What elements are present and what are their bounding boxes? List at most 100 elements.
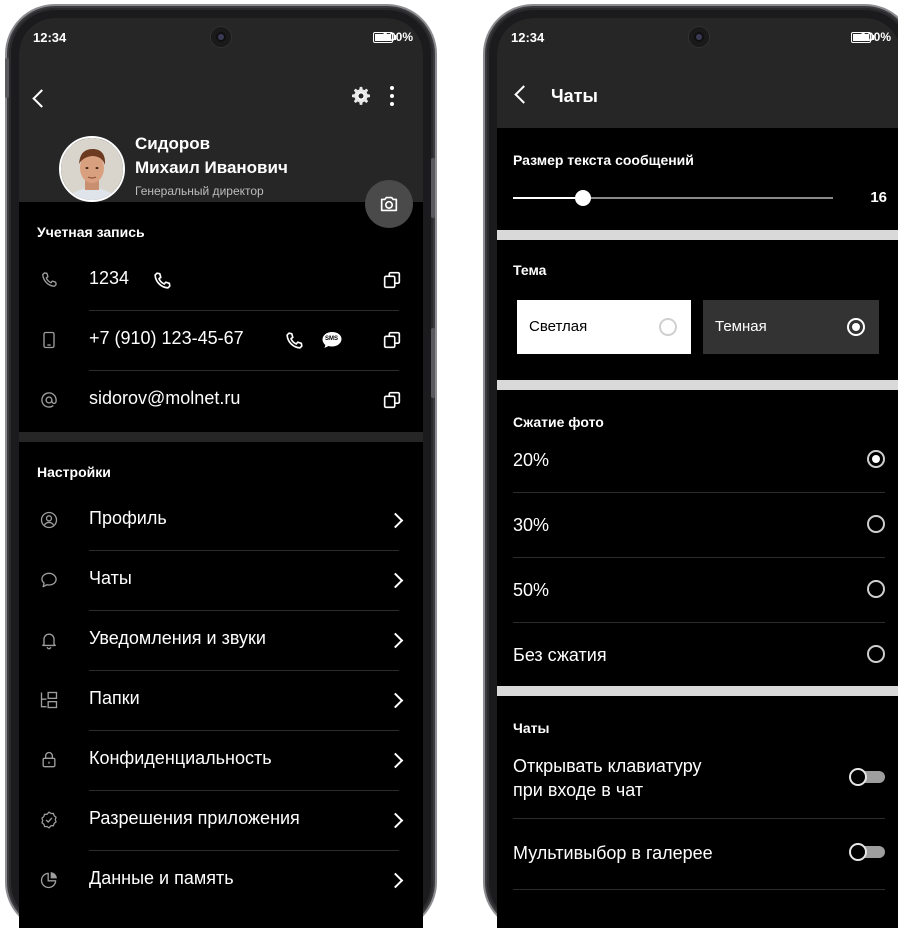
settings-item-label: Разрешения приложения xyxy=(89,808,300,828)
settings-item-folders[interactable]: Папки xyxy=(19,670,423,730)
internal-number: 1234 xyxy=(89,268,130,288)
multiselect-label: Мультивыбор в галерее xyxy=(513,843,713,863)
settings-item-profile[interactable]: Профиль xyxy=(19,490,423,550)
chats-section-title: Чаты xyxy=(513,720,550,736)
compression-option-label: 30% xyxy=(513,515,550,535)
sms-icon-label: SMS xyxy=(325,336,339,342)
smartphone-icon xyxy=(43,331,55,349)
folders-icon xyxy=(40,691,58,709)
chat-bubble-icon xyxy=(41,572,57,588)
chevron-right-icon xyxy=(387,632,404,649)
profile-screen: 12:34 100% Сидоров Михаил Иванович Генер… xyxy=(19,18,423,928)
settings-item-label: Профиль xyxy=(89,508,167,528)
section-divider xyxy=(497,230,898,240)
more-menu-icon[interactable] xyxy=(389,86,395,108)
page-title: Чаты xyxy=(551,86,598,106)
back-arrow-icon[interactable] xyxy=(32,89,51,108)
email-row[interactable]: sidorov@molnet.ru xyxy=(19,370,423,430)
side-button xyxy=(5,58,9,98)
chat-settings-screen: 12:34 100% Чаты Размер текста сообщений … xyxy=(497,18,898,928)
compression-option-none[interactable]: Без сжатия xyxy=(497,623,898,687)
compression-option-30[interactable]: 30% xyxy=(497,493,898,557)
sms-icon[interactable]: SMS xyxy=(321,331,343,349)
compression-option-label: 50% xyxy=(513,580,550,600)
settings-item-permissions[interactable]: Разрешения приложения xyxy=(19,790,423,850)
radio-20[interactable] xyxy=(867,450,885,468)
settings-item-label: Конфиденциальность xyxy=(89,748,272,768)
chevron-right-icon xyxy=(387,752,404,769)
slider-thumb[interactable] xyxy=(575,190,592,206)
bell-icon xyxy=(42,633,56,650)
camera-icon xyxy=(380,196,398,212)
chevron-right-icon xyxy=(387,872,404,889)
compression-option-50[interactable]: 50% xyxy=(497,558,898,622)
settings-item-label: Данные и память xyxy=(89,868,234,888)
mobile-number-row[interactable]: +7 (910) 123-45-67 SMS xyxy=(19,310,423,370)
email-address: sidorov@molnet.ru xyxy=(89,388,241,408)
avatar[interactable] xyxy=(59,136,125,202)
gear-icon[interactable] xyxy=(351,86,371,106)
settings-item-label: Чаты xyxy=(89,568,132,588)
section-divider xyxy=(497,380,898,390)
open-keyboard-label-line2: при входе в чат xyxy=(513,780,644,800)
settings-section-title: Настройки xyxy=(37,464,111,480)
open-keyboard-toggle[interactable] xyxy=(849,768,885,786)
settings-item-label: Уведомления и звуки xyxy=(89,628,266,648)
status-bar: 12:34 100% xyxy=(19,18,423,58)
chevron-right-icon xyxy=(387,572,404,589)
battery-percent: 100% xyxy=(382,30,413,44)
pie-chart-icon xyxy=(40,872,57,889)
settings-item-label: Папки xyxy=(89,688,140,708)
section-divider xyxy=(19,432,423,442)
user-circle-icon xyxy=(40,511,58,529)
copy-icon[interactable] xyxy=(381,389,403,411)
open-keyboard-label-line1: Открывать клавиатуру xyxy=(513,756,702,776)
profile-position: Генеральный директор xyxy=(135,184,264,198)
open-keyboard-setting[interactable]: Открывать клавиатуру при входе в чат xyxy=(497,742,898,818)
radio-50[interactable] xyxy=(867,580,885,598)
lock-icon xyxy=(42,751,56,768)
chevron-right-icon xyxy=(387,692,404,709)
text-size-label: Размер текста сообщений xyxy=(513,152,694,168)
settings-item-data[interactable]: Данные и память xyxy=(19,850,423,910)
text-size-value: 16 xyxy=(870,189,887,206)
theme-section-title: Тема xyxy=(513,262,547,278)
power-button xyxy=(431,328,435,398)
theme-dark-label: Темная xyxy=(715,318,767,335)
compression-option-label: 20% xyxy=(513,450,550,470)
copy-icon[interactable] xyxy=(381,329,403,351)
back-arrow-icon[interactable] xyxy=(514,85,533,104)
text-size-slider[interactable] xyxy=(513,190,833,206)
volume-button xyxy=(431,158,435,218)
multiselect-toggle[interactable] xyxy=(849,843,885,861)
mobile-number: +7 (910) 123-45-67 xyxy=(89,328,244,348)
radio-none[interactable] xyxy=(867,645,885,663)
chevron-right-icon xyxy=(387,812,404,829)
radio-dark[interactable] xyxy=(847,318,865,336)
at-sign-icon xyxy=(41,392,57,408)
settings-item-notifications[interactable]: Уведомления и звуки xyxy=(19,610,423,670)
settings-item-chats[interactable]: Чаты xyxy=(19,550,423,610)
radio-light[interactable] xyxy=(659,318,677,336)
internal-number-row[interactable]: 1234 xyxy=(19,250,423,310)
right-phone-frame: 12:34 100% Чаты Размер текста сообщений … xyxy=(487,8,898,928)
phone-icon xyxy=(42,272,57,287)
call-icon[interactable] xyxy=(151,270,173,292)
battery-percent: 100% xyxy=(860,30,891,44)
theme-light-option[interactable]: Светлая xyxy=(517,300,691,354)
left-phone-frame: 12:34 100% Сидоров Михаил Иванович Генер… xyxy=(5,8,435,928)
compression-option-20[interactable]: 20% xyxy=(497,428,898,492)
profile-header: Сидоров Михаил Иванович Генеральный дире… xyxy=(19,58,423,202)
change-photo-button[interactable] xyxy=(365,180,413,228)
check-badge-icon xyxy=(41,811,57,829)
status-time: 12:34 xyxy=(33,30,67,45)
radio-30[interactable] xyxy=(867,515,885,533)
copy-icon[interactable] xyxy=(381,269,403,291)
multiselect-setting[interactable]: Мультивыбор в галерее xyxy=(497,819,898,883)
profile-last-name: Сидоров xyxy=(135,134,211,153)
account-section-title: Учетная запись xyxy=(37,224,145,240)
call-icon[interactable] xyxy=(283,330,305,352)
profile-first-middle-name: Михаил Иванович xyxy=(135,158,288,177)
settings-item-privacy[interactable]: Конфиденциальность xyxy=(19,730,423,790)
theme-dark-option[interactable]: Темная xyxy=(703,300,879,354)
